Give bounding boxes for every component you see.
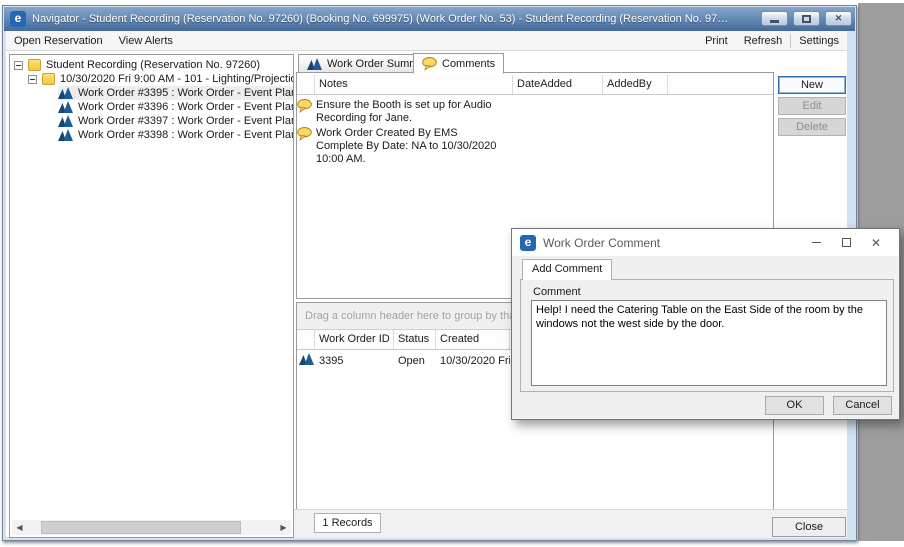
icon-column-header[interactable] bbox=[297, 330, 315, 349]
column-header-status[interactable]: Status bbox=[394, 330, 436, 349]
records-count: 1 Records bbox=[314, 513, 381, 533]
new-button[interactable]: New bbox=[778, 76, 846, 94]
title-bar[interactable]: e Navigator - Student Recording (Reserva… bbox=[4, 7, 855, 31]
menu-bar: Open Reservation View Alerts Print Refre… bbox=[6, 31, 847, 51]
edit-button[interactable]: Edit bbox=[778, 97, 846, 115]
dialog-title-bar[interactable]: e Work Order Comment ✕ bbox=[512, 229, 899, 256]
comment-row[interactable]: Ensure the Booth is set up for Audio Rec… bbox=[297, 99, 512, 125]
column-header-addedby[interactable]: AddedBy bbox=[603, 75, 668, 94]
menu-settings[interactable]: Settings bbox=[799, 35, 839, 47]
column-header-created[interactable]: Created bbox=[436, 330, 510, 349]
work-order-icon bbox=[58, 129, 73, 141]
comment-notes-text: Ensure the Booth is set up for Audio Rec… bbox=[316, 99, 512, 125]
minimize-icon bbox=[812, 242, 821, 243]
comment-notes-text: Work Order Created By EMS Complete By Da… bbox=[316, 127, 512, 166]
collapse-icon[interactable] bbox=[28, 75, 37, 84]
tree-node-booking[interactable]: 10/30/2020 Fri 9:00 AM - 101 - Lighting/… bbox=[28, 72, 294, 86]
comment-textarea[interactable]: Help! I need the Catering Table on the E… bbox=[531, 300, 887, 386]
delete-button[interactable]: Delete bbox=[778, 118, 846, 136]
tree-node-label: Work Order #3395 : Work Order - Event Pl… bbox=[78, 87, 294, 99]
work-order-icon bbox=[299, 353, 314, 365]
menu-refresh[interactable]: Refresh bbox=[744, 35, 783, 47]
tab-label: Comments bbox=[442, 58, 495, 70]
dialog-minimize-button[interactable] bbox=[801, 232, 831, 254]
maximize-button[interactable] bbox=[793, 11, 820, 26]
collapse-icon[interactable] bbox=[14, 61, 23, 70]
cell-status: Open bbox=[394, 355, 436, 367]
tab-add-comment[interactable]: Add Comment bbox=[522, 259, 612, 280]
comment-row[interactable]: Work Order Created By EMS Complete By Da… bbox=[297, 127, 512, 166]
tree-node-label: Work Order #3398 : Work Order - Event Pl… bbox=[78, 129, 294, 141]
work-order-icon bbox=[58, 87, 73, 99]
close-icon: ✕ bbox=[871, 237, 881, 249]
maximize-icon bbox=[842, 238, 851, 247]
ems-logo-icon: e bbox=[520, 235, 536, 251]
tree-node-label: Work Order #3396 : Work Order - Event Pl… bbox=[78, 101, 294, 113]
tree-node-label: Student Recording (Reservation No. 97260… bbox=[46, 59, 260, 71]
work-order-summary-icon bbox=[307, 58, 322, 70]
cell-work-order-id: 3395 bbox=[315, 355, 394, 367]
work-order-row[interactable]: 3395 Open 10/30/2020 Fri 1 bbox=[297, 352, 520, 369]
add-comment-panel: Comment Help! I need the Catering Table … bbox=[520, 279, 894, 392]
tree-node-label: Work Order #3397 : Work Order - Event Pl… bbox=[78, 115, 294, 127]
cancel-button[interactable]: Cancel bbox=[833, 396, 892, 415]
column-header-dateadded[interactable]: DateAdded bbox=[513, 75, 603, 94]
menu-view-alerts[interactable]: View Alerts bbox=[119, 35, 173, 47]
dialog-title: Work Order Comment bbox=[543, 236, 801, 250]
navigator-tree-panel: Student Recording (Reservation No. 97260… bbox=[9, 54, 294, 538]
comments-grid-header: Notes DateAdded AddedBy bbox=[297, 75, 773, 95]
menu-open-reservation[interactable]: Open Reservation bbox=[14, 35, 103, 47]
ems-logo-icon: e bbox=[10, 11, 26, 27]
close-button[interactable]: ✕ bbox=[825, 11, 852, 26]
icon-column-header[interactable] bbox=[297, 75, 315, 94]
tree-node-work-order-3398[interactable]: Work Order #3398 : Work Order - Event Pl… bbox=[58, 128, 294, 142]
column-header-work-order-id[interactable]: Work Order ID bbox=[315, 330, 394, 349]
tree-node-reservation[interactable]: Student Recording (Reservation No. 97260… bbox=[14, 58, 260, 72]
dialog-close-button[interactable]: ✕ bbox=[861, 232, 891, 254]
dialog-maximize-button[interactable] bbox=[831, 232, 861, 254]
tree-horizontal-scrollbar[interactable]: ◀ ▶ bbox=[12, 520, 291, 535]
close-window-button[interactable]: Close bbox=[772, 517, 846, 537]
comment-balloon-icon bbox=[422, 57, 437, 71]
maximize-icon bbox=[802, 15, 811, 23]
booking-note-icon bbox=[42, 73, 55, 85]
tree-node-label: 10/30/2020 Fri 9:00 AM - 101 - Lighting/… bbox=[60, 73, 294, 85]
column-header-notes[interactable]: Notes bbox=[315, 75, 513, 94]
work-order-icon bbox=[58, 101, 73, 113]
minimize-button[interactable] bbox=[761, 11, 788, 26]
window-title: Navigator - Student Recording (Reservati… bbox=[32, 13, 732, 25]
tree-node-work-order-3397[interactable]: Work Order #3397 : Work Order - Event Pl… bbox=[58, 114, 294, 128]
tab-comments[interactable]: Comments bbox=[413, 53, 504, 74]
tree-node-work-order-3395[interactable]: Work Order #3395 : Work Order - Event Pl… bbox=[58, 86, 293, 100]
reservation-note-icon bbox=[28, 59, 41, 71]
menu-print[interactable]: Print bbox=[705, 35, 728, 47]
scroll-left-icon[interactable]: ◀ bbox=[12, 520, 27, 535]
work-order-icon bbox=[58, 115, 73, 127]
ok-button[interactable]: OK bbox=[765, 396, 824, 415]
comment-balloon-icon bbox=[297, 99, 312, 113]
tree-node-work-order-3396[interactable]: Work Order #3396 : Work Order - Event Pl… bbox=[58, 100, 294, 114]
scrollbar-thumb[interactable] bbox=[41, 521, 241, 534]
cell-created: 10/30/2020 Fri bbox=[436, 355, 510, 367]
work-order-comment-dialog: e Work Order Comment ✕ Add Comment Comme… bbox=[511, 228, 900, 420]
minimize-icon bbox=[770, 20, 779, 23]
comment-label: Comment bbox=[533, 286, 581, 298]
menu-separator bbox=[790, 34, 791, 48]
comment-balloon-icon bbox=[297, 127, 312, 141]
close-icon: ✕ bbox=[835, 14, 843, 23]
scroll-right-icon[interactable]: ▶ bbox=[276, 520, 291, 535]
